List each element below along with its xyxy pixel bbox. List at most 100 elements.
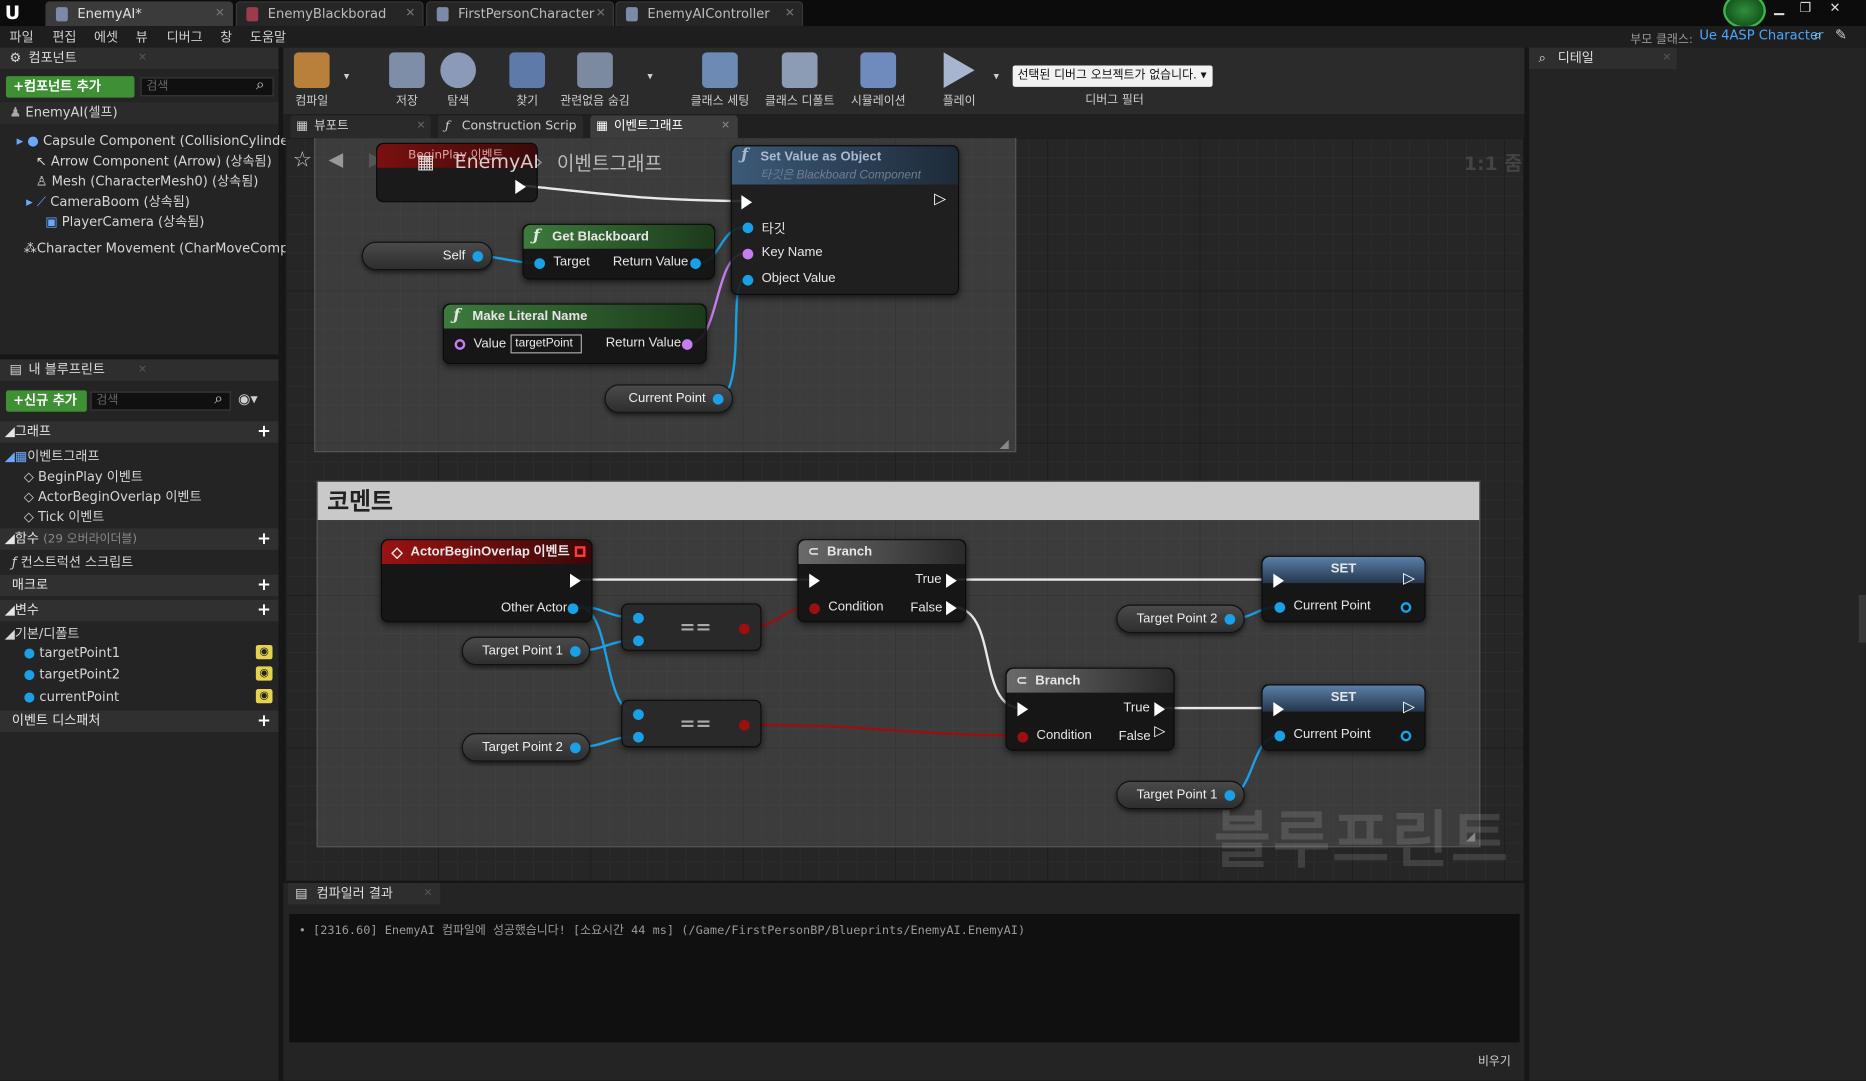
scrollbar-track[interactable] [1858, 595, 1866, 643]
tab-firstpersoncharacter[interactable]: FirstPersonCharacter ✕ [426, 1, 615, 27]
close-icon[interactable]: ✕ [785, 2, 795, 25]
tab-event-graph[interactable]: ▦ 이벤트그래프 ✕ [590, 115, 738, 139]
current-point-out-pin[interactable] [1400, 602, 1412, 613]
eye-icon[interactable]: ◉▾ [238, 390, 258, 407]
variable-item[interactable]: ● targetPoint2 [24, 666, 120, 681]
target-pin[interactable] [742, 222, 754, 234]
event-item[interactable]: ◇ Tick 이벤트 [24, 507, 105, 526]
menu-window[interactable]: 창 [220, 27, 232, 46]
tab-viewport[interactable]: ▦ 뷰포트 ✕ [290, 115, 431, 139]
current-point-in-pin[interactable] [1274, 730, 1286, 742]
exec-out-pin[interactable]: ▷ [1403, 569, 1415, 588]
event-graph-item[interactable]: ◢▦이벤트그래프 [5, 446, 100, 465]
functions-category[interactable]: ◢함수 (29 오버라이더블) [0, 528, 279, 550]
target-pin[interactable] [534, 258, 546, 269]
current-point-out-pin[interactable] [1400, 730, 1412, 742]
compile-button[interactable]: 컴파일 [286, 50, 338, 108]
make-literal-name-node[interactable]: ƒ Make Literal Name Value targetPoint Re… [442, 303, 707, 365]
equal-node[interactable]: == [621, 603, 762, 651]
branch-node[interactable]: ⊂ Branch True Condition False [797, 539, 967, 623]
resize-handle-icon[interactable]: ◢ [1466, 831, 1475, 844]
exec-out-pin[interactable]: ▷ [1403, 697, 1415, 716]
close-icon[interactable]: ✕ [417, 115, 426, 136]
component-item[interactable]: ▸ ⟋ CameraBoom (상속됨) [26, 192, 190, 211]
minimize-button[interactable]: ▁ [1766, 0, 1792, 19]
a-pin[interactable] [633, 709, 644, 720]
component-item[interactable]: ♙ Mesh (CharacterMesh0) (상속됨) [36, 171, 259, 190]
add-dispatcher-button[interactable]: + [257, 713, 271, 730]
result-pin[interactable] [738, 623, 750, 635]
return-value-pin[interactable] [681, 339, 693, 350]
add-component-button[interactable]: +컴포넌트 추가 [5, 76, 135, 98]
close-icon[interactable]: ✕ [1662, 48, 1671, 69]
get-blackboard-node[interactable]: ƒ Get Blackboard Target Return Value [522, 223, 716, 280]
b-pin[interactable] [633, 635, 644, 647]
event-item[interactable]: ◇ BeginPlay 이벤트 [24, 466, 143, 485]
edit-icon[interactable]: ✎ [1835, 26, 1847, 43]
true-exec-pin[interactable] [1154, 702, 1166, 717]
close-icon[interactable]: ✕ [721, 115, 730, 136]
search-icon[interactable]: ⌕ [1814, 26, 1822, 44]
close-icon[interactable]: ✕ [138, 48, 147, 69]
close-icon[interactable]: ✕ [596, 2, 606, 25]
tab-enemyai[interactable]: EnemyAI* ✕ [45, 1, 234, 27]
variable-out-pin[interactable] [570, 646, 581, 657]
menu-debug[interactable]: 디버그 [167, 27, 203, 46]
false-exec-pin[interactable] [946, 600, 957, 616]
set-current-point-node[interactable]: SET ▷ Current Point [1261, 555, 1426, 623]
add-variable-button[interactable]: + [257, 602, 271, 619]
hide-unrelated-button[interactable]: 관련없음 숨김 [557, 50, 633, 108]
event-graph-editor[interactable]: ◢ 코멘트 ☆ ◀ BeginPlay 이벤트 ▦ EnemyAI › 이벤트그… [285, 138, 1524, 881]
result-pin[interactable] [738, 719, 750, 731]
find-button[interactable]: 찾기 [489, 50, 565, 108]
close-icon[interactable]: ✕ [138, 359, 147, 380]
literal-value-input[interactable]: targetPoint [510, 334, 582, 354]
component-item[interactable]: ▣ PlayerCamera (상속됨) [45, 212, 204, 231]
hide-unrelated-dropdown[interactable]: ▾ [647, 71, 652, 83]
tab-enemyaicontroller[interactable]: EnemyAIController ✕ [615, 1, 804, 27]
variable-item[interactable]: ● targetPoint1 [24, 645, 120, 660]
play-button[interactable]: 플레이 [921, 50, 997, 108]
exec-in-pin[interactable] [1017, 702, 1029, 717]
add-graph-button[interactable]: + [257, 424, 271, 441]
exec-in-pin[interactable] [809, 573, 820, 588]
class-defaults-button[interactable]: 클래스 디폴트 [762, 50, 838, 108]
variable-out-pin[interactable] [712, 393, 724, 405]
blueprint-search-input[interactable]: 검색 [90, 391, 231, 411]
close-icon[interactable]: ✕ [424, 883, 433, 904]
component-item[interactable]: ↖ Arrow Component (Arrow) (상속됨) [36, 151, 272, 170]
clear-log-button[interactable]: 비우기 [1478, 1051, 1511, 1069]
close-icon[interactable]: ✕ [405, 2, 415, 25]
component-item[interactable]: ⁂Character Movement (CharMoveComp) (상 [24, 238, 315, 257]
exec-in-pin[interactable] [1273, 573, 1285, 588]
variable-out-pin[interactable] [570, 742, 581, 754]
compile-options-dropdown[interactable]: ▾ [344, 71, 349, 83]
tab-enemyblackboard[interactable]: EnemyBlackborad ✕ [235, 1, 424, 27]
actor-begin-overlap-node[interactable]: ◇ ActorBeginOverlap 이벤트 Other Actor [380, 539, 593, 623]
current-point-getter[interactable]: Current Point [604, 384, 734, 413]
breadcrumb-root[interactable]: EnemyAI [455, 150, 539, 173]
menu-asset[interactable]: 에셋 [94, 27, 118, 46]
close-window-button[interactable]: ✕ [1821, 0, 1850, 19]
back-arrow-icon[interactable]: ◀ [328, 148, 343, 171]
component-search-input[interactable]: 검색 [140, 77, 274, 97]
unreal-logo-icon[interactable]: U [5, 2, 24, 23]
current-point-in-pin[interactable] [1274, 602, 1286, 613]
exec-out-pin[interactable]: ▷ [934, 189, 946, 208]
exec-in-pin[interactable] [741, 195, 753, 210]
default-category[interactable]: ◢기본/디폴트 [5, 624, 80, 643]
parent-class-link[interactable]: Ue 4ASP Character [1699, 27, 1823, 42]
browse-button[interactable]: 탐색 [420, 50, 496, 108]
exec-in-pin[interactable] [1273, 702, 1285, 717]
menu-edit[interactable]: 편집 [52, 27, 76, 46]
maximize-button[interactable]: ❐ [1792, 0, 1818, 19]
favorite-star-icon[interactable]: ☆ [293, 148, 312, 173]
exec-out-pin[interactable] [515, 179, 526, 194]
b-pin[interactable] [633, 731, 644, 743]
component-item[interactable]: ▸ ● Capsule Component (CollisionCylinder… [17, 131, 320, 150]
branch-node[interactable]: ⊂ Branch True Condition False ▷ [1005, 667, 1175, 751]
menu-file[interactable]: 파일 [10, 27, 34, 46]
false-exec-pin[interactable]: ▷ [1154, 722, 1165, 739]
class-settings-button[interactable]: 클래스 세팅 [682, 50, 758, 108]
target-point-2-getter[interactable]: Target Point 2 [1116, 604, 1245, 634]
